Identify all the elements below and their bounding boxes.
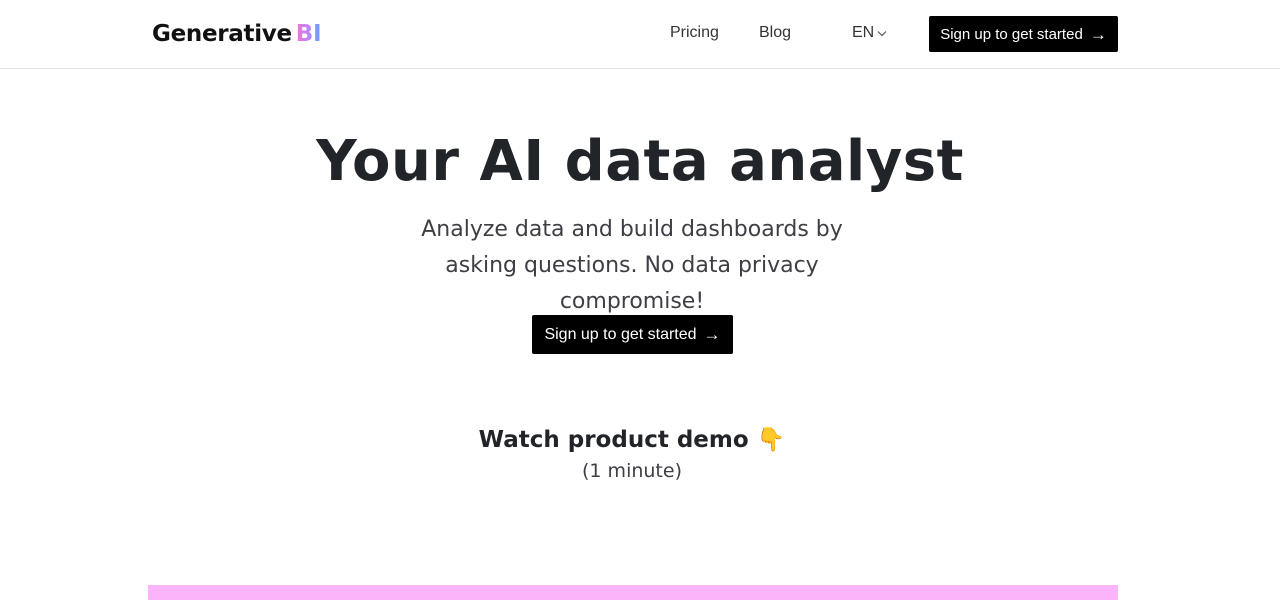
demo-heading: Watch product demo 👇	[478, 427, 786, 453]
top-navbar: Generative BI Pricing Blog EN Sign up to …	[0, 0, 1280, 69]
arrow-right-icon: →	[703, 325, 721, 344]
chevron-down-icon	[877, 31, 887, 37]
hero-title: Your AI data analyst	[316, 129, 964, 194]
hero-subtitle: Analyze data and build dashboards by ask…	[421, 217, 843, 314]
demo-video-frame[interactable]	[148, 585, 1118, 600]
signup-button-label: Sign up to get started	[940, 25, 1083, 43]
nav-link-blog[interactable]: Blog	[759, 23, 791, 43]
demo-duration: (1 minute)	[582, 460, 682, 482]
signup-button-nav[interactable]: Sign up to get started →	[929, 16, 1118, 52]
logo-text: Generative	[152, 21, 292, 47]
signup-button-hero[interactable]: Sign up to get started →	[532, 315, 733, 354]
nav-link-pricing[interactable]: Pricing	[670, 23, 719, 43]
logo-accent: BI	[295, 21, 322, 47]
logo[interactable]: Generative BI	[152, 19, 322, 49]
arrow-right-icon: →	[1089, 24, 1107, 44]
language-selector[interactable]: EN	[852, 23, 888, 43]
language-label: EN	[852, 24, 875, 41]
signup-button-label: Sign up to get started	[544, 325, 697, 343]
